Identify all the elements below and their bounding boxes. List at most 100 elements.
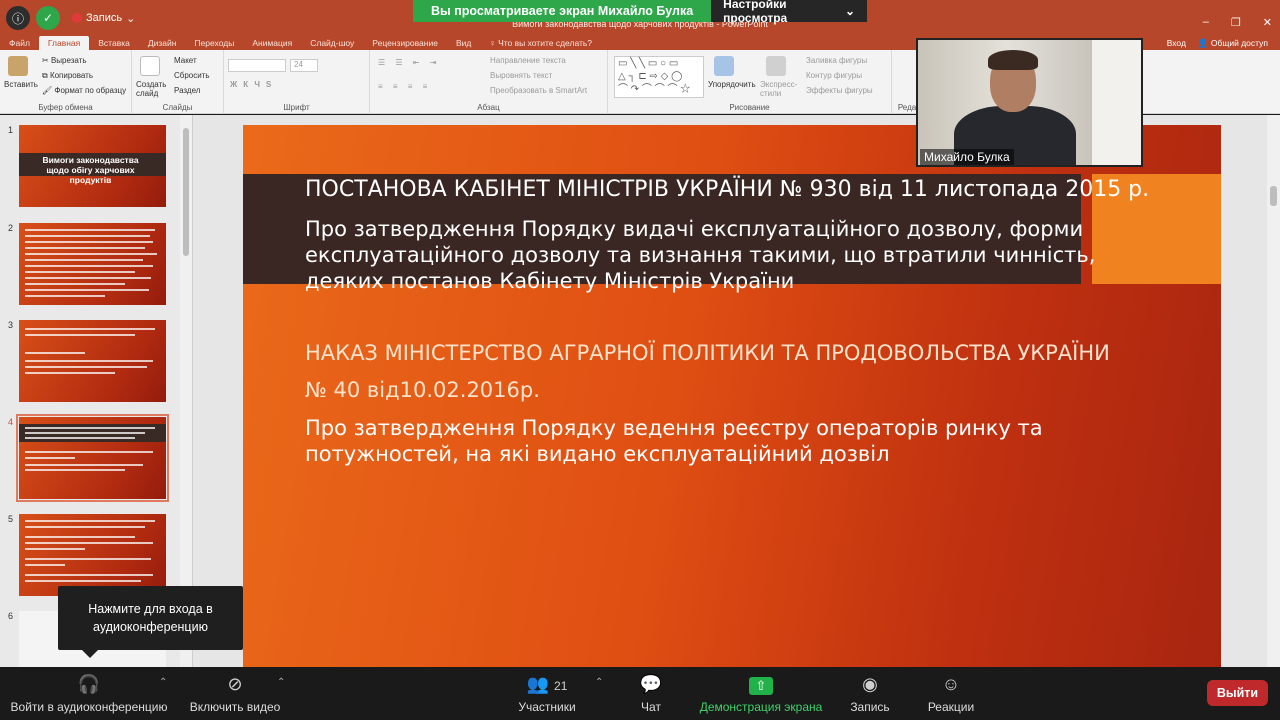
current-slide[interactable]: ПОСТАНОВА КАБІНЕТ МІНІСТРІВ УКРАЇНИ № 93… bbox=[243, 125, 1221, 667]
shape-outline-button[interactable]: Контур фигуры bbox=[806, 71, 862, 80]
align-text-button[interactable]: Выровнять текст bbox=[490, 71, 552, 80]
thumbnail-text-line bbox=[25, 277, 151, 279]
thumbnail-text-line bbox=[25, 526, 145, 528]
participant-video[interactable]: Михайло Булка bbox=[916, 38, 1143, 167]
slide-body-line: потужностей, на які видано експлуатаційн… bbox=[305, 442, 890, 466]
cut-button[interactable]: ✂ Вырезать bbox=[42, 56, 87, 65]
align-buttons[interactable]: ≡ ≡ ≡ ≡ bbox=[378, 82, 431, 91]
reactions-button[interactable]: ☺ Реакции bbox=[922, 667, 980, 720]
participants-button[interactable]: 👥 21 Участники bbox=[512, 667, 582, 720]
share-screen-label: Демонстрация экрана bbox=[699, 700, 823, 714]
font-size-input[interactable]: 24 bbox=[290, 59, 318, 72]
font-group-label: Шрифт bbox=[283, 103, 310, 112]
close-icon[interactable]: ✕ bbox=[1263, 16, 1272, 29]
section-button[interactable]: Раздел bbox=[174, 86, 200, 95]
thumbnail-text-line bbox=[25, 558, 151, 560]
thumbnail-scrollbar-thumb[interactable] bbox=[183, 128, 189, 256]
scissors-icon: ✂ bbox=[42, 56, 51, 65]
slide-thumbnail-image bbox=[19, 514, 166, 596]
quick-styles-icon[interactable] bbox=[766, 56, 786, 76]
font-name-input[interactable] bbox=[228, 59, 286, 72]
layout-button[interactable]: Макет bbox=[174, 56, 197, 65]
restore-icon[interactable]: ❐ bbox=[1231, 16, 1241, 29]
thumbnail-text-line bbox=[25, 283, 125, 285]
paste-icon[interactable] bbox=[8, 56, 28, 76]
tab-home[interactable]: Главная bbox=[38, 36, 90, 50]
headphones-icon: 🎧 bbox=[77, 674, 101, 694]
font-format-buttons[interactable]: ЖКЧS bbox=[230, 80, 277, 89]
quick-styles-button[interactable]: Экспресс-стили bbox=[760, 80, 800, 98]
tab-review[interactable]: Рецензирование bbox=[363, 36, 447, 50]
tab-file[interactable]: Файл bbox=[0, 36, 39, 50]
video-options-caret-icon[interactable]: ⌃ bbox=[277, 677, 285, 688]
slide-number: 3 bbox=[8, 320, 14, 330]
copy-label: Копировать bbox=[49, 71, 94, 80]
share-label: Общий доступ bbox=[1210, 37, 1268, 48]
shape-effects-button[interactable]: Эффекты фигуры bbox=[806, 86, 873, 95]
arrange-icon[interactable] bbox=[714, 56, 734, 76]
record-button[interactable]: ◉ Запись bbox=[845, 667, 895, 720]
thumbnail-text-line bbox=[25, 247, 145, 249]
tab-design[interactable]: Дизайн bbox=[139, 36, 186, 50]
tab-transitions[interactable]: Переходы bbox=[185, 36, 243, 50]
thumbnail-text-line bbox=[25, 352, 85, 354]
thumbnail-text-line bbox=[25, 548, 85, 550]
tab-animations[interactable]: Анимация bbox=[243, 36, 301, 50]
reset-label: Сбросить bbox=[174, 71, 210, 80]
thumbnail-text-line bbox=[25, 253, 157, 255]
minimize-icon[interactable]: – bbox=[1203, 16, 1209, 29]
tab-insert[interactable]: Вставка bbox=[89, 36, 139, 50]
thumbnail-text-line bbox=[25, 366, 147, 368]
video-door-frame bbox=[1092, 40, 1141, 165]
paste-button[interactable]: Вставить bbox=[4, 80, 38, 89]
copy-button[interactable]: ⧉ Копировать bbox=[42, 71, 93, 81]
font-group: 24 ЖКЧS Шрифт bbox=[224, 50, 370, 114]
format-painter-button[interactable]: 🖌 Формат по образцу bbox=[42, 86, 126, 95]
join-audio-button[interactable]: 🎧 Войти в аудиоконференцию bbox=[8, 667, 170, 720]
arrange-button[interactable]: Упорядочить bbox=[708, 80, 756, 89]
viewing-screen-label: Вы просматриваете экран Михайло Булка bbox=[413, 0, 712, 22]
tooltip-arrow bbox=[82, 650, 98, 658]
list-buttons[interactable]: ☰ ☰ ⇤ ⇥ bbox=[378, 58, 440, 67]
thumbnail-text-line bbox=[25, 564, 65, 566]
chevron-down-icon: ⌄ bbox=[844, 4, 855, 18]
video-off-icon: ⊘ bbox=[227, 674, 243, 694]
account-area: Вход 👤 Общий доступ bbox=[1167, 36, 1268, 50]
text-direction-button[interactable]: Направление текста bbox=[490, 56, 566, 65]
tab-slideshow[interactable]: Слайд-шоу bbox=[301, 36, 363, 50]
slide-scrollbar-thumb[interactable] bbox=[1270, 186, 1277, 206]
thumbnail-text-line bbox=[25, 229, 155, 231]
slides-group-label: Слайды bbox=[162, 103, 193, 112]
shapes-gallery[interactable]: ▭ ╲ ╲ ▭ ○ ▭ △ ┐ ⊏ ⇨ ◇ ◯ ⌒ ↷ ⌒ ⌒ ⌒ ☆ bbox=[614, 56, 704, 98]
new-slide-button[interactable]: Создать слайд bbox=[136, 80, 170, 98]
clipboard-group: Вставить ✂ Вырезать ⧉ Копировать 🖌 Форма… bbox=[0, 50, 132, 114]
start-video-label: Включить видео bbox=[189, 700, 281, 714]
shape-fill-button[interactable]: Заливка фигуры bbox=[806, 56, 867, 65]
slide-body-line: експлуатаційного дозволу та визнання так… bbox=[305, 243, 1096, 267]
tab-view[interactable]: Вид bbox=[447, 36, 480, 50]
convert-smartart-button[interactable]: Преобразовать в SmartArt bbox=[490, 86, 587, 95]
screen-share-banner: Вы просматриваете экран Михайло Булка На… bbox=[413, 0, 867, 25]
thumbnail-text-line bbox=[25, 432, 145, 434]
start-video-button[interactable]: ⊘ Включить видео bbox=[186, 667, 284, 720]
slide-body-decree: Про затвердження Порядку видачі експлуат… bbox=[305, 216, 1095, 294]
slide-number: 4 bbox=[8, 417, 14, 427]
leave-meeting-button[interactable]: Выйти bbox=[1207, 680, 1268, 706]
thumbnail-text-line bbox=[25, 451, 153, 453]
thumbnail-text-line bbox=[25, 437, 135, 439]
drawing-group: ▭ ╲ ╲ ▭ ○ ▭ △ ┐ ⊏ ⇨ ◇ ◯ ⌒ ↷ ⌒ ⌒ ⌒ ☆ Упоряд… bbox=[608, 50, 892, 114]
share-screen-button[interactable]: ⇧ Демонстрация экрана bbox=[698, 667, 824, 720]
audio-options-caret-icon[interactable]: ⌃ bbox=[159, 677, 167, 688]
participants-options-caret-icon[interactable]: ⌃ bbox=[595, 677, 603, 688]
share-button[interactable]: 👤 Общий доступ bbox=[1198, 38, 1268, 49]
sign-in-link[interactable]: Вход bbox=[1167, 38, 1186, 48]
reset-button[interactable]: Сбросить bbox=[174, 71, 210, 80]
slide-number: 1 bbox=[8, 125, 14, 135]
person-icon: 👤 bbox=[1197, 37, 1209, 48]
chat-button[interactable]: 💬 Чат bbox=[626, 667, 676, 720]
new-slide-icon[interactable] bbox=[140, 56, 160, 76]
view-settings-button[interactable]: Настройки просмотра ⌄ bbox=[711, 0, 867, 25]
thumbnail-text-line bbox=[25, 259, 143, 261]
share-screen-icon: ⇧ bbox=[749, 677, 773, 695]
tell-me-search[interactable]: ♀ Что вы хотите сделать? bbox=[480, 36, 601, 50]
